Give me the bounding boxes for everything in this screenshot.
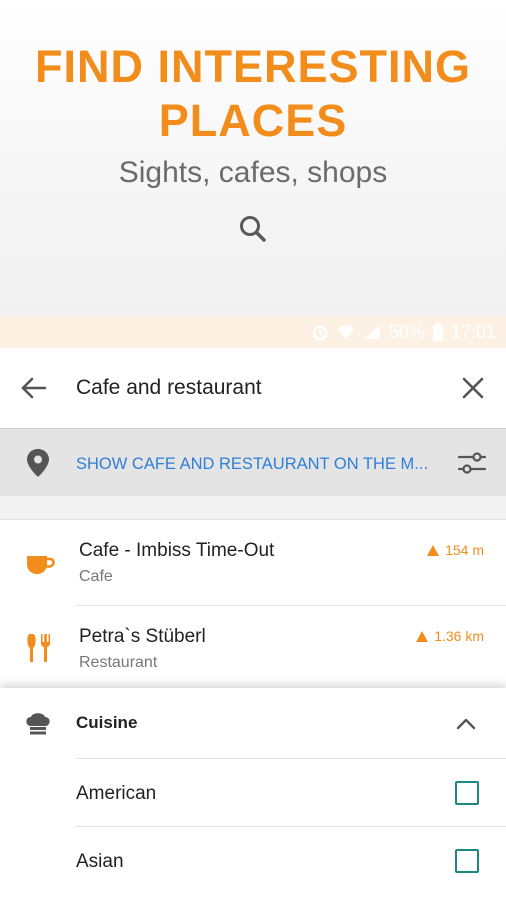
- result-distance: 154 m: [427, 542, 484, 558]
- cuisine-title: Cuisine: [76, 713, 138, 732]
- battery-percent: 50%: [388, 321, 425, 342]
- option-label: Asian: [76, 851, 124, 872]
- status-bar: 50% 17:01: [0, 316, 506, 348]
- promo-banner: FIND INTERESTING PLACES Sights, cafes, s…: [0, 0, 506, 316]
- promo-title-line2: PLACES: [158, 95, 348, 146]
- chevron-up-icon[interactable]: [454, 712, 478, 736]
- search-input[interactable]: [76, 374, 436, 402]
- search-icon: [240, 216, 266, 242]
- show-on-map-bar[interactable]: SHOW CAFE AND RESTAURANT ON THE M...: [0, 428, 506, 496]
- show-on-map-link[interactable]: SHOW CAFE AND RESTAURANT ON THE M...: [76, 453, 436, 475]
- promo-title: FIND INTERESTING PLACES: [0, 40, 506, 148]
- coffee-cup-icon: [27, 556, 55, 574]
- list-item[interactable]: Cafe - Imbiss Time-Out Cafe 154 m: [0, 520, 506, 606]
- alarm-icon: [312, 326, 327, 340]
- search-toolbar: [0, 348, 506, 428]
- back-arrow-icon[interactable]: [18, 372, 50, 404]
- cuisine-option-asian[interactable]: Asian: [76, 826, 506, 894]
- chef-hat-icon: [26, 713, 50, 735]
- list-item[interactable]: Petra`s Stüberl Restaurant 1.36 km: [0, 606, 506, 692]
- cuisine-section-header[interactable]: Cuisine: [0, 688, 506, 758]
- battery-icon: [432, 323, 443, 341]
- filter-sliders-icon[interactable]: [457, 450, 487, 476]
- option-checkbox[interactable]: [455, 849, 479, 873]
- result-distance: 1.36 km: [416, 628, 484, 644]
- result-type: Cafe: [79, 568, 113, 585]
- close-icon[interactable]: [457, 372, 489, 404]
- wifi-icon: [337, 325, 354, 339]
- promo-title-line1: FIND INTERESTING: [34, 41, 471, 92]
- result-name: Cafe - Imbiss Time-Out: [79, 540, 275, 561]
- direction-arrow-icon: [427, 544, 440, 556]
- promo-subtitle: Sights, cafes, shops: [118, 156, 388, 189]
- direction-arrow-icon: [416, 630, 429, 642]
- cuisine-filter-sheet: Cuisine American Asian: [0, 688, 506, 900]
- location-pin-icon: [27, 449, 49, 477]
- section-spacer: [0, 496, 506, 520]
- option-label: American: [76, 783, 157, 804]
- result-type: Restaurant: [79, 654, 158, 671]
- option-checkbox[interactable]: [455, 781, 479, 805]
- distance-value: 1.36 km: [434, 628, 484, 644]
- result-name: Petra`s Stüberl: [79, 626, 206, 647]
- signal-icon: [363, 325, 380, 339]
- status-time: 17:01: [450, 321, 496, 342]
- cuisine-option-american[interactable]: American: [76, 758, 506, 826]
- fork-knife-icon: [27, 634, 50, 662]
- distance-value: 154 m: [445, 542, 484, 558]
